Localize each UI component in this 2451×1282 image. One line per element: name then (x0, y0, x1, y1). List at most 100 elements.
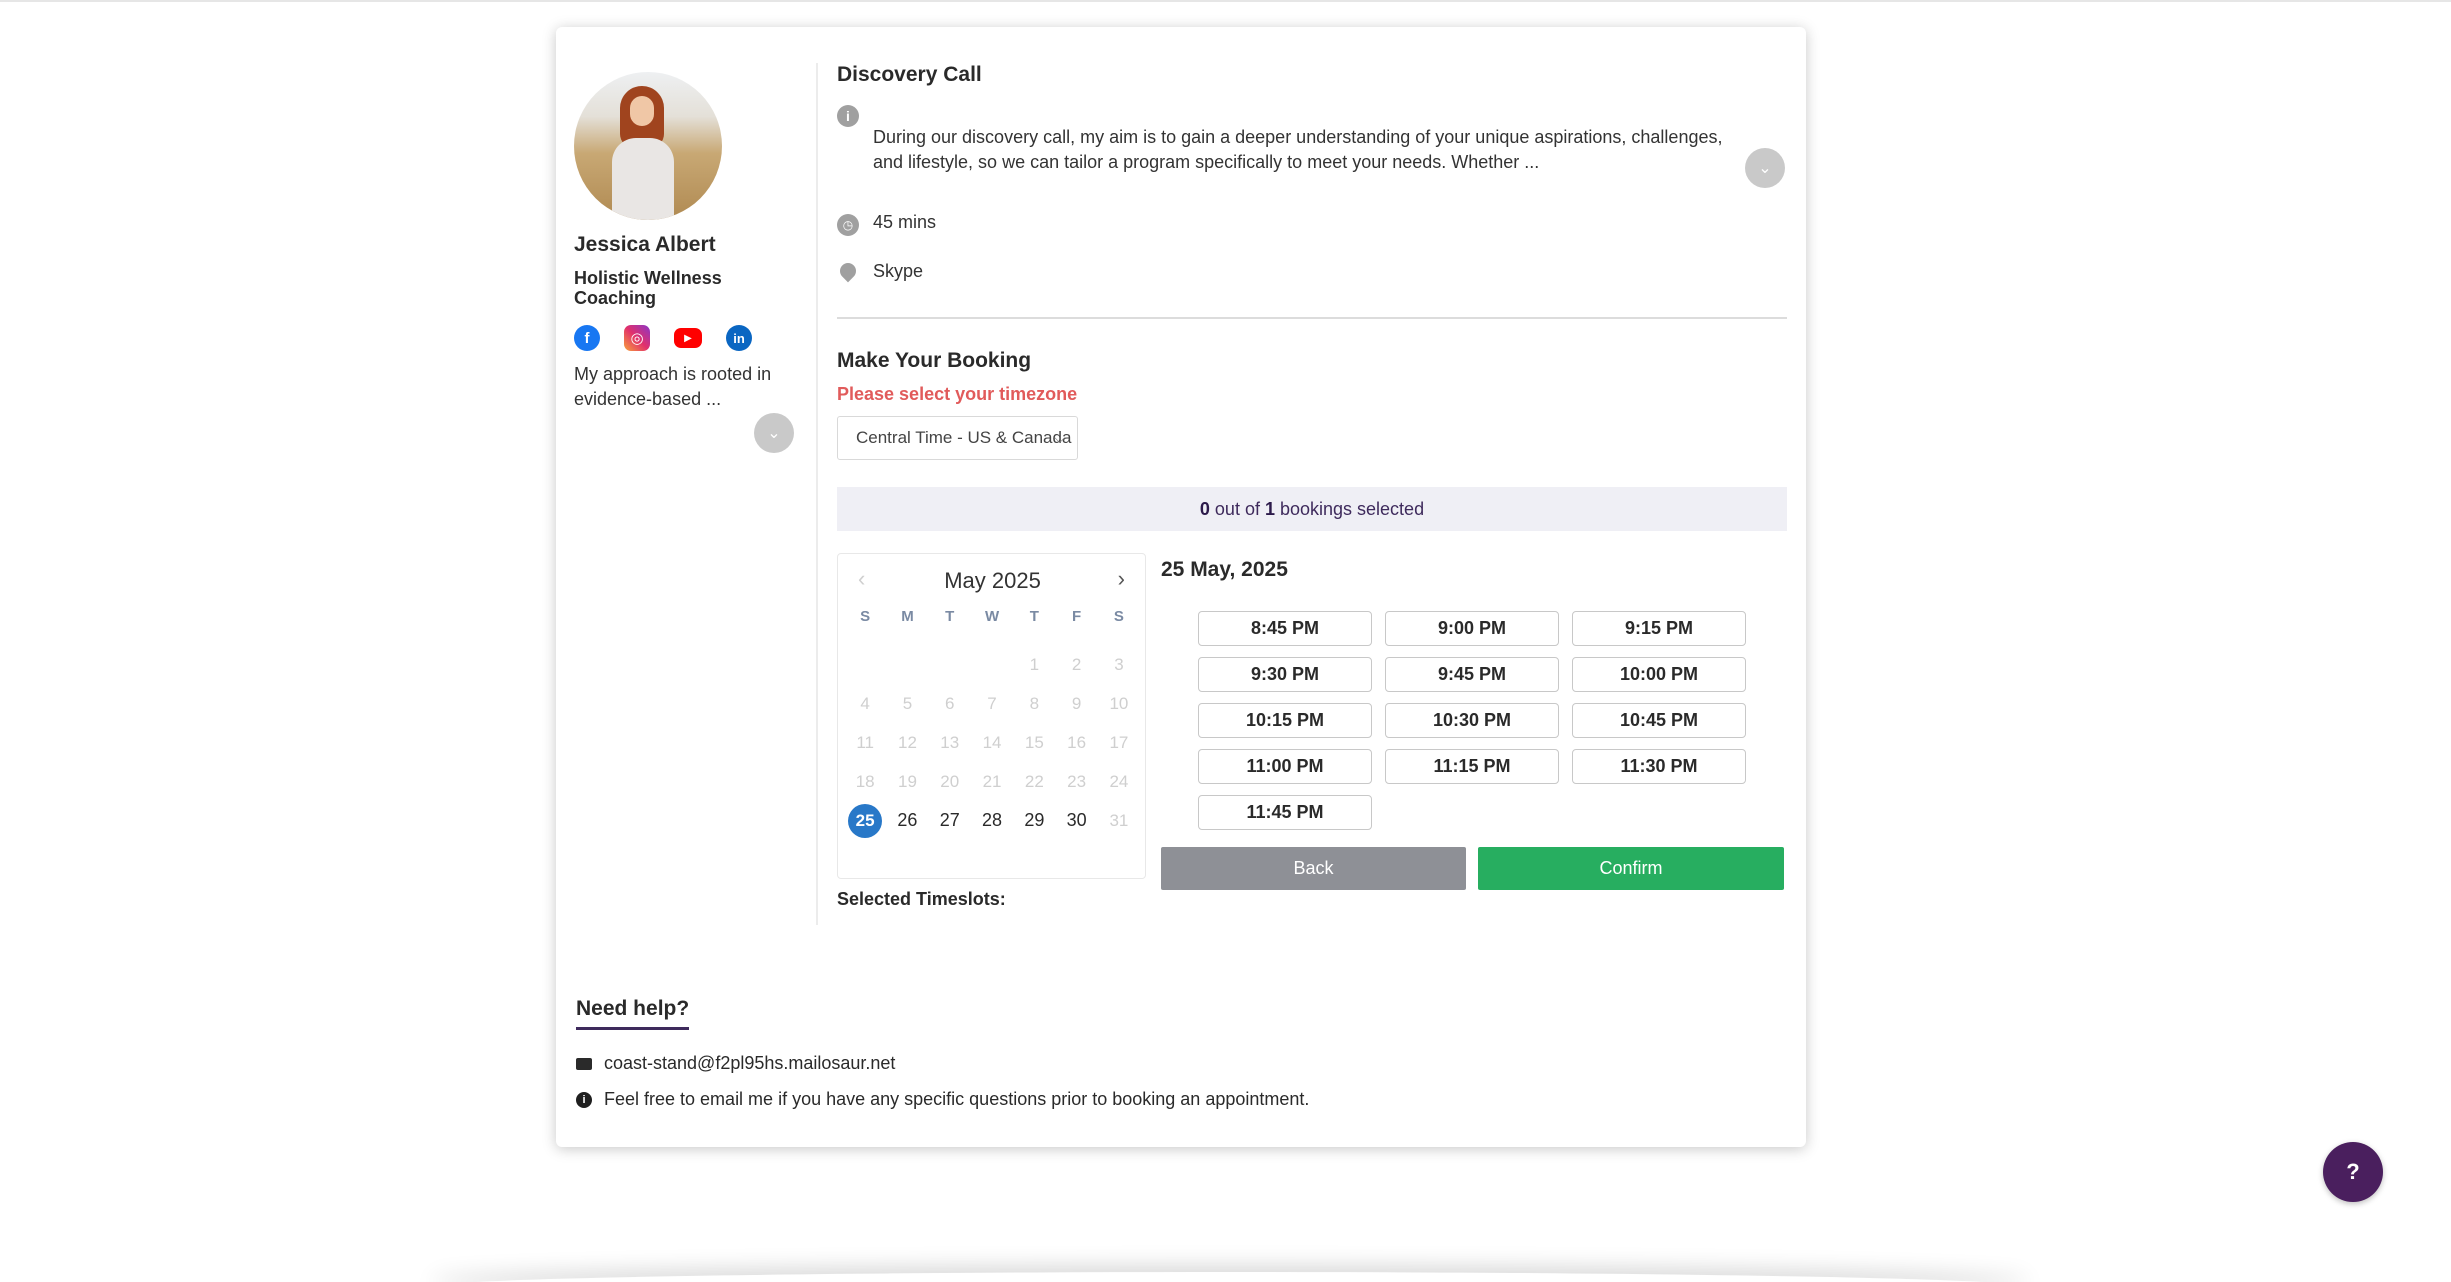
calendar-blank (929, 645, 971, 684)
calendar-day-disabled: 4 (860, 694, 870, 713)
timezone-prompt: Please select your timezone (837, 384, 1078, 404)
calendar-day-disabled: 22 (1024, 772, 1044, 791)
timeslot-button[interactable]: 9:30 PM (1198, 657, 1372, 692)
timeslot-button[interactable]: 10:45 PM (1572, 703, 1746, 738)
provider-title: Holistic Wellness Coaching (574, 268, 722, 308)
calendar-day-disabled: 8 (1029, 694, 1040, 713)
timeslot-button[interactable]: 10:15 PM (1198, 703, 1372, 738)
calendar-day-disabled: 10 (1109, 694, 1129, 713)
timeslot-button[interactable]: 9:15 PM (1572, 611, 1746, 646)
selected-date-title: 25 May, 2025 (1161, 558, 1288, 581)
calendar-day-disabled: 18 (855, 772, 875, 791)
chevron-down-icon: ⌄ (1758, 160, 1772, 177)
calendar-day-disabled: 23 (1067, 772, 1087, 791)
timeslot-button[interactable]: 11:30 PM (1572, 749, 1746, 784)
calendar-day-disabled: 24 (1109, 772, 1129, 791)
selected-mid: out of (1209, 499, 1265, 519)
confirm-button[interactable]: Confirm (1478, 847, 1784, 890)
calendar-day[interactable]: 26 (886, 801, 928, 840)
weekday-header: F (1072, 608, 1082, 625)
column-divider (816, 63, 818, 925)
bottom-shadow (430, 1272, 2030, 1282)
calendar-blank (844, 645, 886, 684)
calendar-day-disabled: 13 (940, 733, 960, 752)
timeslot-button[interactable]: 9:00 PM (1385, 611, 1559, 646)
calendar-day-disabled: 19 (897, 772, 917, 791)
calendar-day-disabled: 3 (1114, 655, 1124, 674)
timeslot-button[interactable]: 11:45 PM (1198, 795, 1372, 830)
timeslot-button[interactable]: 10:30 PM (1385, 703, 1559, 738)
timeslot-button[interactable]: 10:00 PM (1572, 657, 1746, 692)
calendar-day-disabled: 20 (940, 772, 960, 791)
help-fab-button[interactable]: ? (2323, 1142, 2383, 1202)
timeslot-button[interactable]: 11:00 PM (1198, 749, 1372, 784)
calendar-grid: S M T W T F S 1 2 3 4 5 6 7 8 9 10 11 12 13 14 15 16 17 18 19 20 21… (844, 606, 1140, 840)
weekday-header: T (1029, 608, 1039, 625)
timeslot-button[interactable]: 8:45 PM (1198, 611, 1372, 646)
calendar-day-disabled: 7 (987, 694, 997, 713)
info-icon: i (837, 105, 859, 127)
weekday-header: S (860, 608, 871, 625)
event-title: Discovery Call (837, 63, 982, 86)
weekday-header: T (945, 608, 955, 625)
calendar-day-disabled: 17 (1109, 733, 1129, 752)
selected-total: 1 (1264, 499, 1275, 519)
calendar-day-disabled: 1 (1029, 655, 1040, 674)
calendar-day-disabled: 31 (1109, 811, 1129, 830)
calendar-day-disabled: 21 (982, 772, 1002, 791)
linkedin-icon[interactable]: in (726, 325, 752, 351)
help-note-row: i Feel free to email me if you have any … (576, 1089, 1309, 1110)
envelope-icon (576, 1057, 592, 1070)
weekday-header: S (1113, 608, 1124, 625)
help-title: Need help? (576, 997, 690, 1030)
top-border (0, 0, 2451, 2)
bio-expand-button[interactable]: ⌄ (754, 413, 794, 453)
calendar-day-disabled: 14 (982, 733, 1002, 752)
help-email[interactable]: coast-stand@f2pl95hs.mailosaur.net (604, 1053, 895, 1074)
calendar-day-disabled: 11 (856, 733, 874, 752)
calendar-day-disabled: 6 (945, 694, 955, 713)
clock-icon: ◷ (837, 214, 859, 236)
timezone-select[interactable]: Central Time - US & Canada ⌵ (837, 416, 1078, 460)
calendar-day[interactable]: 27 (929, 801, 971, 840)
calendar-day-disabled: 15 (1024, 733, 1044, 752)
info-icon: i (576, 1091, 592, 1108)
timeslot-button[interactable]: 9:45 PM (1385, 657, 1559, 692)
weekday-header: M (901, 608, 914, 625)
description-expand-button[interactable]: ⌄ (1745, 148, 1785, 188)
timeslot-button[interactable]: 11:15 PM (1385, 749, 1559, 784)
chevron-down-icon: ⌵ (1054, 430, 1065, 446)
provider-avatar (574, 72, 722, 220)
next-month-button[interactable]: › (1118, 566, 1125, 592)
calendar-day[interactable]: 29 (1013, 801, 1055, 840)
back-button[interactable]: Back (1161, 847, 1466, 890)
bookings-selected-bar: 0 out of 1 bookings selected (837, 487, 1787, 531)
calendar-day-disabled: 12 (897, 733, 917, 752)
timeslot-grid: 8:45 PM 9:00 PM 9:15 PM 9:30 PM 9:45 PM 10:00… (1198, 611, 1746, 830)
section-divider (837, 317, 1787, 319)
social-links: f ◎ ▶ in (574, 325, 752, 351)
calendar-day-disabled: 9 (1071, 694, 1082, 713)
facebook-icon[interactable]: f (574, 325, 600, 351)
event-description: During our discovery call, my aim is to … (873, 127, 1723, 172)
calendar-blank (971, 645, 1013, 684)
booking-card: Jessica Albert Holistic Wellness Coachin… (556, 27, 1806, 1147)
selected-suffix: bookings selected (1274, 499, 1425, 519)
calendar-day[interactable]: 28 (971, 801, 1013, 840)
chevron-down-icon: ⌄ (767, 425, 781, 442)
calendar-day-selected[interactable]: 25 (844, 801, 886, 840)
weekday-header: W (984, 608, 1000, 625)
instagram-icon[interactable]: ◎ (624, 325, 650, 351)
youtube-icon[interactable]: ▶ (674, 328, 702, 348)
date-picker: ‹ May 2025 › S M T W T F S 1 2 3 4 5 6 7 8 9 10 11 12 13 14 1… (837, 553, 1146, 879)
calendar-month-label: May 2025 (944, 568, 1041, 593)
timezone-value: Central Time - US & Canada (856, 428, 1072, 447)
selected-timeslots-label: Selected Timeslots: (837, 889, 1006, 909)
provider-name: Jessica Albert (574, 233, 716, 256)
selected-count: 0 (1199, 499, 1210, 519)
location-pin-icon (836, 259, 860, 283)
booking-title: Make Your Booking (837, 349, 1032, 372)
calendar-day-disabled: 16 (1067, 733, 1087, 752)
calendar-day[interactable]: 30 (1055, 801, 1097, 840)
calendar-blank (886, 645, 928, 684)
